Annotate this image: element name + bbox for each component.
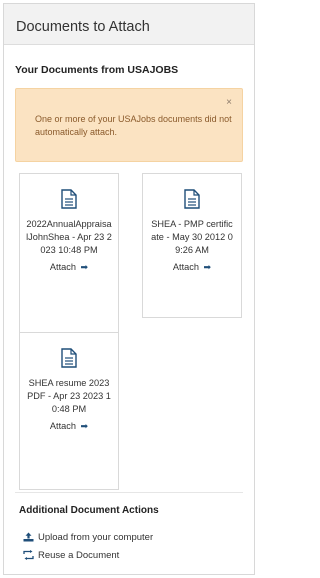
close-icon[interactable]: × xyxy=(226,97,232,108)
divider xyxy=(15,492,243,493)
arrow-right-icon: ➡ xyxy=(80,262,89,272)
attach-button[interactable]: Attach ➡ xyxy=(173,262,211,273)
document-icon xyxy=(61,189,77,209)
arrow-right-icon: ➡ xyxy=(80,421,89,431)
panel-title: Documents to Attach xyxy=(4,4,254,45)
attach-label: Attach xyxy=(172,262,199,272)
warning-alert: × One or more of your USAJobs documents … xyxy=(15,88,243,162)
alert-message: One or more of your USAJobs documents di… xyxy=(35,114,232,137)
upload-link[interactable]: Upload from your computer xyxy=(23,532,153,543)
document-icon xyxy=(184,189,200,209)
reuse-link[interactable]: Reuse a Document xyxy=(23,550,119,561)
attach-label: Attach xyxy=(49,262,76,272)
document-card: 2022AnnualAppraisalJohnShea - Apr 23 202… xyxy=(19,173,119,333)
reuse-icon xyxy=(23,550,34,560)
upload-icon xyxy=(23,532,34,542)
document-card: SHEA resume 2023 PDF - Apr 23 2023 10:48… xyxy=(19,332,119,490)
document-name: 2022AnnualAppraisalJohnShea - Apr 23 202… xyxy=(26,219,112,255)
reuse-label: Reuse a Document xyxy=(38,550,120,561)
arrow-right-icon: ➡ xyxy=(203,262,212,272)
document-card: SHEA - PMP certificate - May 30 2012 09:… xyxy=(142,173,242,318)
section-title: Your Documents from USAJOBS xyxy=(15,64,179,76)
document-icon xyxy=(61,348,77,368)
document-name: SHEA - PMP certificate - May 30 2012 09:… xyxy=(151,219,233,255)
attach-button[interactable]: Attach ➡ xyxy=(50,421,88,432)
actions-title: Additional Document Actions xyxy=(19,505,159,516)
attach-label: Attach xyxy=(49,421,76,431)
upload-label: Upload from your computer xyxy=(38,532,154,543)
attach-button[interactable]: Attach ➡ xyxy=(50,262,88,273)
document-name: SHEA resume 2023 PDF - Apr 23 2023 10:48… xyxy=(27,378,111,414)
